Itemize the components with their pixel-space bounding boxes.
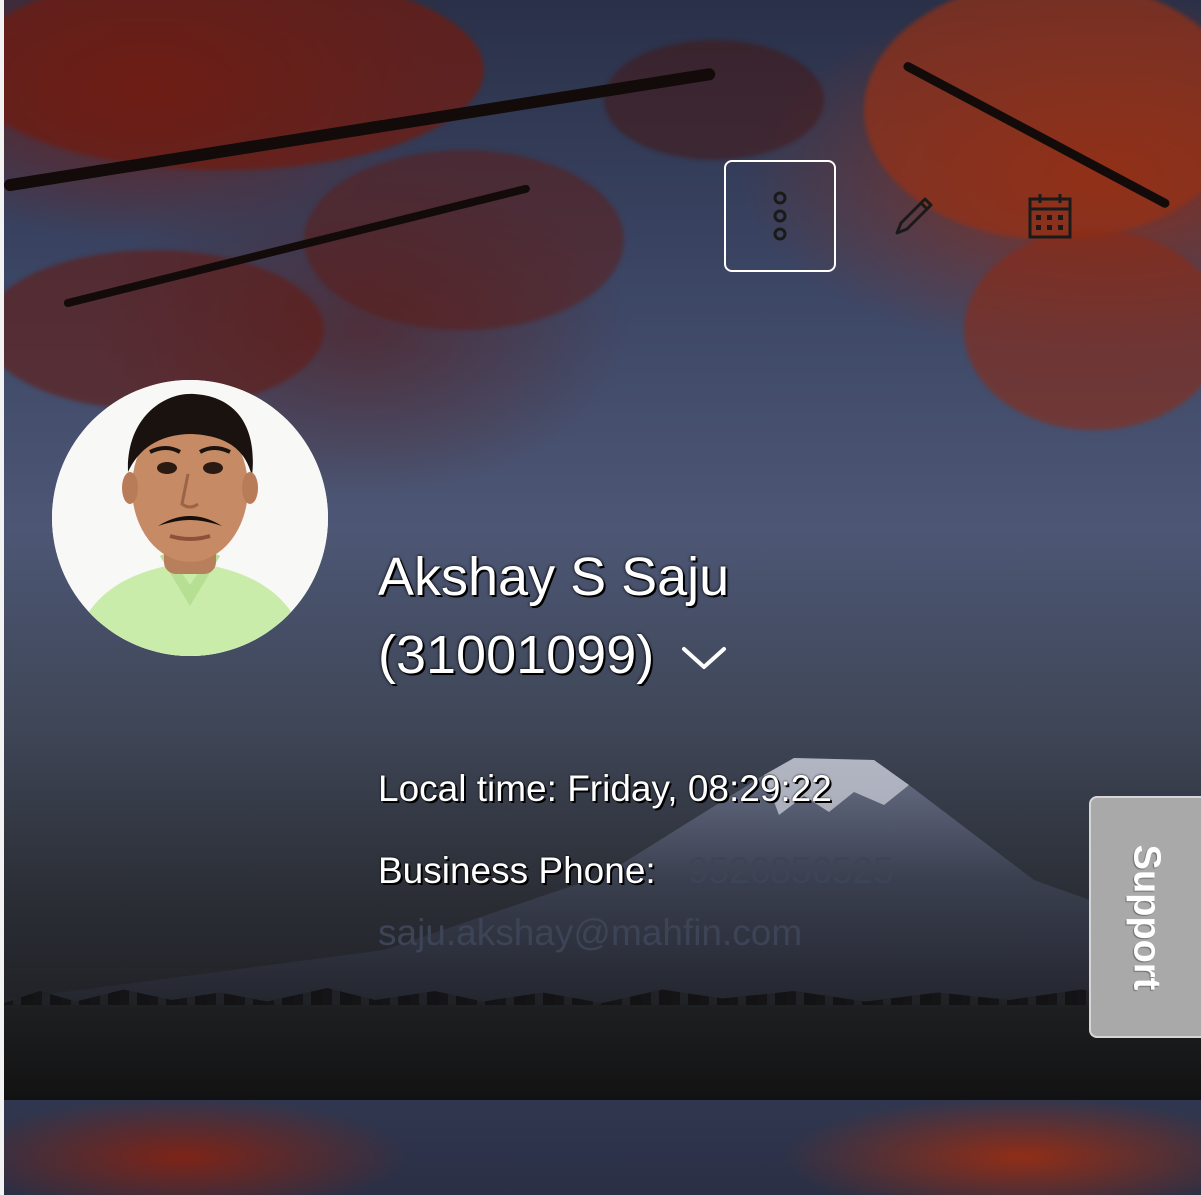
support-label: Support <box>1125 844 1168 990</box>
business-phone-row: Business Phone: 9526856525 <box>378 850 894 892</box>
profile-name-block: Akshay S Saju (31001099) <box>378 538 938 694</box>
employee-name: Akshay S Saju <box>378 547 730 607</box>
local-time-row: Local time: Friday, 08:29:22 <box>378 768 832 810</box>
vertical-ellipsis-icon <box>773 191 787 241</box>
employee-id: (31001099) <box>378 625 655 685</box>
chevron-down-icon[interactable] <box>680 645 728 673</box>
background-strip <box>4 1100 1201 1195</box>
treeline-base <box>4 1005 1201 1100</box>
more-options-button[interactable] <box>724 160 836 272</box>
support-button[interactable]: Support <box>1089 796 1201 1038</box>
email-link[interactable]: saju.akshay@mahfin.com <box>378 912 802 954</box>
calendar-button[interactable] <box>1024 190 1076 242</box>
local-time-label: Local time: <box>378 768 557 809</box>
business-phone-link[interactable]: 9526856525 <box>688 850 894 891</box>
foliage-cluster <box>604 40 824 160</box>
local-time-value: Friday, 08:29:22 <box>567 768 832 809</box>
pencil-icon <box>895 197 933 235</box>
foliage-cluster <box>964 230 1201 430</box>
business-phone-label: Business Phone: <box>378 850 656 891</box>
foliage-cluster <box>304 150 624 330</box>
edit-button[interactable] <box>888 190 940 242</box>
profile-photo <box>52 380 328 656</box>
avatar <box>52 380 328 656</box>
calendar-icon <box>1028 194 1072 239</box>
